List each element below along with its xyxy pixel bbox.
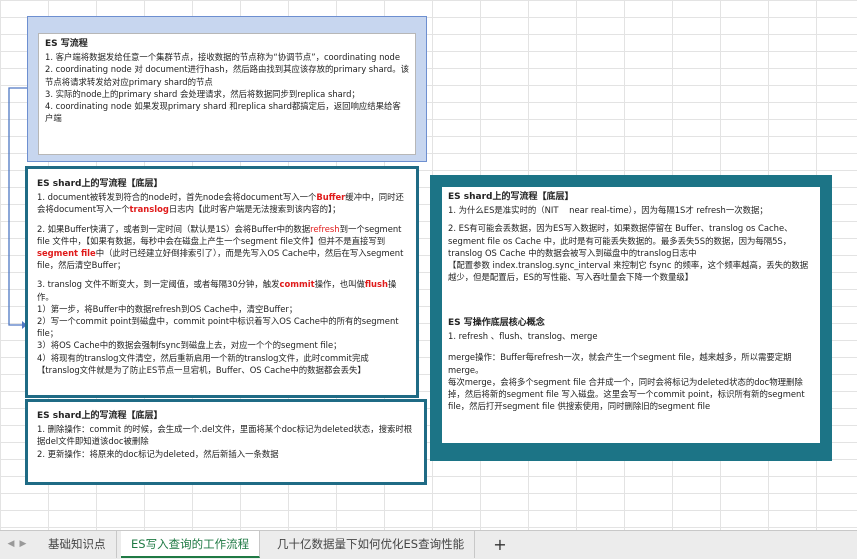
- card-line: merge操作：Buffer每refresh一次，就会产生一个segment f…: [448, 352, 792, 375]
- card-title: ES shard上的写流程【底层】: [37, 179, 163, 189]
- card-title: ES 写操作底层核心概念: [448, 318, 545, 328]
- right-card-group: ES shard上的写流程【底层】 1. 为什么ES是准实时的（NIT near…: [430, 175, 832, 461]
- scroll-tabs-right-icon[interactable]: ▶: [18, 537, 28, 551]
- tab-optimize-query-performance[interactable]: 几十亿数据量下如何优化ES查询性能: [267, 531, 476, 558]
- step-line: 2）写一个commit point到磁盘中，commit point中标识着写入…: [37, 316, 402, 339]
- write-concepts-card[interactable]: ES 写操作底层核心概念 1. refresh 、flush、translog、…: [442, 313, 820, 443]
- card-title: ES shard上的写流程【底层】: [37, 411, 163, 421]
- card-paragraph-1: 1. document被转发到符合的node时，首先node会将document…: [37, 192, 404, 215]
- near-realtime-card[interactable]: ES shard上的写流程【底层】 1. 为什么ES是准实时的（NIT near…: [442, 187, 820, 313]
- card-line: 2. coordinating node 对 document进行hash，然后…: [45, 64, 409, 87]
- card-line: 4. coordinating node 如果发现primary shard 和…: [45, 101, 401, 124]
- step-line: 1）第一步，将Buffer中的数据refresh到OS Cache中，清空Buf…: [37, 303, 298, 314]
- card-line: 3. 实际的node上的primary shard 会处理请求，然后将数据同步到…: [45, 88, 360, 99]
- card-line: 1. 客户端将数据发给任意一个集群节点，接收数据的节点称为“协调节点”，coor…: [45, 52, 400, 63]
- sheet-tab-bar: ◀ ▶ 基础知识点 ES写入查询的工作流程 几十亿数据量下如何优化ES查询性能 …: [0, 530, 857, 559]
- tab-es-write-query-flow[interactable]: ES写入查询的工作流程: [121, 531, 261, 558]
- es-write-flow-content: ES 写流程 1. 客户端将数据发给任意一个集群节点，接收数据的节点称为“协调节…: [38, 33, 416, 155]
- step-line: 【translog文件就是为了防止ES节点一旦宕机，Buffer、OS Cach…: [37, 364, 366, 375]
- card-line: [448, 342, 814, 351]
- add-sheet-button[interactable]: +: [485, 531, 515, 558]
- step-line: 3）将OS Cache中的数据会强制fsync到磁盘上去，对应一个个的segme…: [37, 340, 342, 351]
- card-line: 1. 删除操作：commit 的时候，会生成一个.del文件，里面将某个doc标…: [37, 424, 413, 447]
- card-line: 1. 为什么ES是准实时的（NIT near real-time），因为每隔1S…: [448, 205, 768, 216]
- card-line: 每次merge，会将多个segment file 合并成一个，同时会将标记为de…: [448, 376, 808, 412]
- tab-basics[interactable]: 基础知识点: [38, 531, 117, 558]
- card-line: 2. ES有可能会丢数据，因为ES写入数据时，如果数据停留在 Buffer、tr…: [448, 223, 793, 258]
- card-line: 1. refresh 、flush、translog、merge: [448, 331, 598, 342]
- card-paragraph-3: 3. translog 文件不断变大，到一定阈值，或者每隔30分钟，触发comm…: [37, 279, 397, 302]
- card-line: 2. 更新操作：将原来的doc标记为deleted，然后新插入一条数据: [37, 448, 279, 459]
- card-line: 【配置参数 index.translog.sync_interval 来控制它 …: [448, 260, 809, 283]
- scroll-tabs-left-icon[interactable]: ◀: [6, 537, 16, 551]
- shard-write-flow-card[interactable]: ES shard上的写流程【底层】 1. document被转发到符合的node…: [25, 166, 419, 398]
- card-title: ES 写流程: [45, 39, 88, 49]
- step-line: 4）将现有的translog文件清空，然后重新启用一个新的translog文件，…: [37, 352, 369, 363]
- card-paragraph-2: 2. 如果Buffer快满了，或者到一定时间（默认是1S）会将Buffer中的数…: [37, 223, 407, 271]
- horizontal-scrollbar[interactable]: [520, 537, 849, 551]
- es-write-flow-card[interactable]: ES 写流程 1. 客户端将数据发给任意一个集群节点，接收数据的节点称为“协调节…: [27, 16, 427, 162]
- shard-delete-update-card[interactable]: ES shard上的写流程【底层】 1. 删除操作：commit 的时候，会生成…: [25, 399, 427, 485]
- card-title: ES shard上的写流程【底层】: [448, 192, 574, 202]
